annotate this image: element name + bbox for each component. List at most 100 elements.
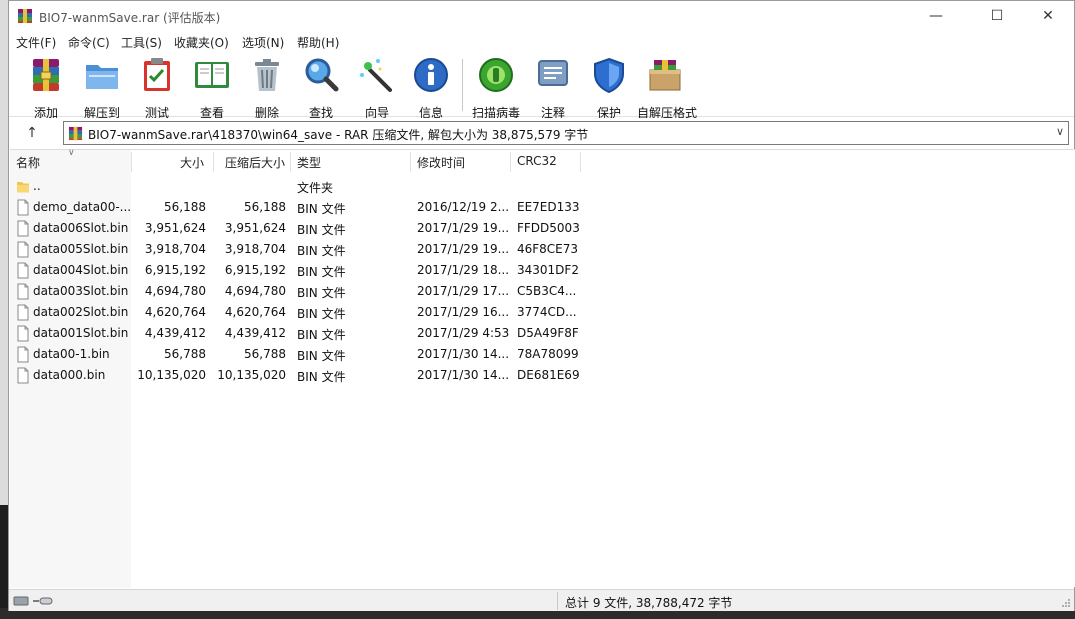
file-type: BIN 文件 [297,328,346,342]
file-modified: 2017/1/29 17... [417,284,510,298]
file-type: BIN 文件 [297,307,346,321]
test-clipboard-icon [144,58,170,91]
file-type: BIN 文件 [297,202,346,216]
sort-chevron-icon: ∨ [68,148,75,158]
winrar-window: BIO7-wanmSave.rar (评估版本) — ☐ ✕ 文件(F) 命令(… [8,0,1075,611]
menu-tools[interactable]: 工具(S) [121,34,162,51]
file-name: data001Slot.bin [33,326,129,340]
file-name: demo_data00-... [33,200,132,214]
file-size: 4,620,764 [144,305,206,319]
menu-commands[interactable]: 命令(C) [68,34,110,51]
file-modified: 2017/1/29 19... [417,242,510,256]
file-name: data00-1.bin [33,347,110,361]
column-header-crc[interactable]: CRC32 [517,154,557,168]
address-row: ↑ BIO7-wanmSave.rar\418370\win64_save - … [9,118,1074,148]
sfx-button[interactable]: 自解压格式 [637,56,697,120]
find-button[interactable]: 查找 [293,56,349,120]
file-packed-size: 56,788 [244,347,286,361]
toolbar-separator [462,59,463,111]
column-divider[interactable] [510,152,511,172]
file-crc: 78A78099 [517,347,579,361]
column-divider[interactable] [213,152,214,172]
file-row[interactable]: data00-1.bin 56,788 56,788 BIN 文件 2017/1/30 … [10,344,1075,365]
delete-button[interactable]: 删除 [239,56,295,120]
file-modified: 2017/1/29 18... [417,263,510,277]
file-modified: 2017/1/29 19... [417,221,510,235]
file-type: BIN 文件 [297,265,346,279]
virus-scan-icon [479,58,513,92]
file-name: data006Slot.bin [33,221,129,235]
column-header-size[interactable]: 大小 [180,154,204,171]
file-modified: 2016/12/19 2... [417,200,510,214]
file-row[interactable]: data006Slot.bin 3,951,624 3,951,624 BIN 文件 2… [10,218,1075,239]
menu-favorites[interactable]: 收藏夹(O) [174,34,229,51]
status-bar: 总计 9 文件, 38,788,472 字节 [9,589,1074,611]
file-size: 56,188 [164,200,206,214]
menu-options[interactable]: 选项(N) [242,34,284,51]
column-header-modified[interactable]: 修改时间 [417,154,465,171]
file-row[interactable]: data000.bin 10,135,020 10,135,020 BIN 文件 201… [10,365,1075,386]
column-divider[interactable] [410,152,411,172]
comment-button[interactable]: 注释 [525,56,581,120]
file-size: 4,439,412 [144,326,206,340]
menu-help[interactable]: 帮助(H) [297,34,339,51]
file-modified: 2017/1/30 14... [417,347,510,361]
comment-icon [538,60,568,86]
column-header-type[interactable]: 类型 [297,154,321,171]
file-row[interactable]: data004Slot.bin 6,915,192 6,915,192 BIN 文件 2… [10,260,1075,281]
protect-button[interactable]: 保护 [581,56,637,120]
file-name: data000.bin [33,368,106,382]
file-crc: FFDD5003 [517,221,580,235]
list-header: ∨ 名称 大小 压缩后大小 类型 修改时间 CRC32 [10,148,1075,174]
file-icon [17,262,29,279]
file-packed-size: 6,915,192 [224,263,286,277]
column-header-name[interactable]: 名称 [16,154,40,171]
file-icon [17,241,29,258]
wizard-button[interactable]: 向导 [349,56,405,120]
file-name: data004Slot.bin [33,263,129,277]
file-row[interactable]: data003Slot.bin 4,694,780 4,694,780 BIN 文件 2… [10,281,1075,302]
chevron-down-icon[interactable]: ∨ [1056,125,1064,138]
maximize-button[interactable]: ☐ [974,1,1020,31]
rar-file-icon [68,126,83,141]
file-type: BIN 文件 [297,244,346,258]
file-modified: 2017/1/30 14... [417,368,510,382]
file-type: BIN 文件 [297,349,346,363]
test-button[interactable]: 测试 [129,56,185,120]
maximize-icon: ☐ [990,8,1004,24]
menu-file[interactable]: 文件(F) [16,34,56,51]
file-size: 10,135,020 [137,368,206,382]
close-button[interactable]: ✕ [1025,1,1071,31]
file-row[interactable]: demo_data00-... 56,188 56,188 BIN 文件 2016/12… [10,197,1075,218]
scan-virus-button[interactable]: 扫描病毒 [468,56,524,120]
toolbar: 添加 解压到 测试 查看 删除 查找 向导 信息 扫描病毒 注释 保护 自解压格… [9,51,1074,120]
column-divider[interactable] [290,152,291,172]
file-crc: 34301DF2 [517,263,579,277]
file-size: 3,918,704 [144,242,206,256]
address-path: BIO7-wanmSave.rar\418370\win64_save - RA… [88,128,589,142]
minimize-button[interactable]: — [913,1,959,31]
add-button[interactable]: 添加 [18,56,74,120]
view-button[interactable]: 查看 [184,56,240,120]
extract-to-button[interactable]: 解压到 [74,56,130,120]
column-header-packed[interactable]: 压缩后大小 [225,154,285,171]
file-crc: EE7ED133 [517,200,580,214]
file-size: 3,951,624 [144,221,206,235]
resize-grip-icon[interactable] [1061,598,1071,608]
file-packed-size: 4,694,780 [224,284,286,298]
file-type: BIN 文件 [297,286,346,300]
title-bar[interactable]: BIO7-wanmSave.rar (评估版本) — ☐ ✕ [9,1,1074,31]
file-row[interactable]: data005Slot.bin 3,918,704 3,918,704 BIN 文件 2… [10,239,1075,260]
address-bar[interactable]: BIO7-wanmSave.rar\418370\win64_save - RA… [63,121,1069,145]
column-divider[interactable] [131,152,132,172]
column-divider[interactable] [580,152,581,172]
up-folder-button[interactable]: ↑ [19,122,45,144]
file-packed-size: 4,439,412 [224,326,286,340]
file-packed-size: 3,918,704 [224,242,286,256]
file-size: 56,788 [164,347,206,361]
file-row[interactable]: .. 文件夹 [10,176,1075,197]
status-divider [557,592,558,610]
info-button[interactable]: 信息 [403,56,459,120]
file-row[interactable]: data001Slot.bin 4,439,412 4,439,412 BIN 文件 2… [10,323,1075,344]
file-row[interactable]: data002Slot.bin 4,620,764 4,620,764 BIN 文件 2… [10,302,1075,323]
